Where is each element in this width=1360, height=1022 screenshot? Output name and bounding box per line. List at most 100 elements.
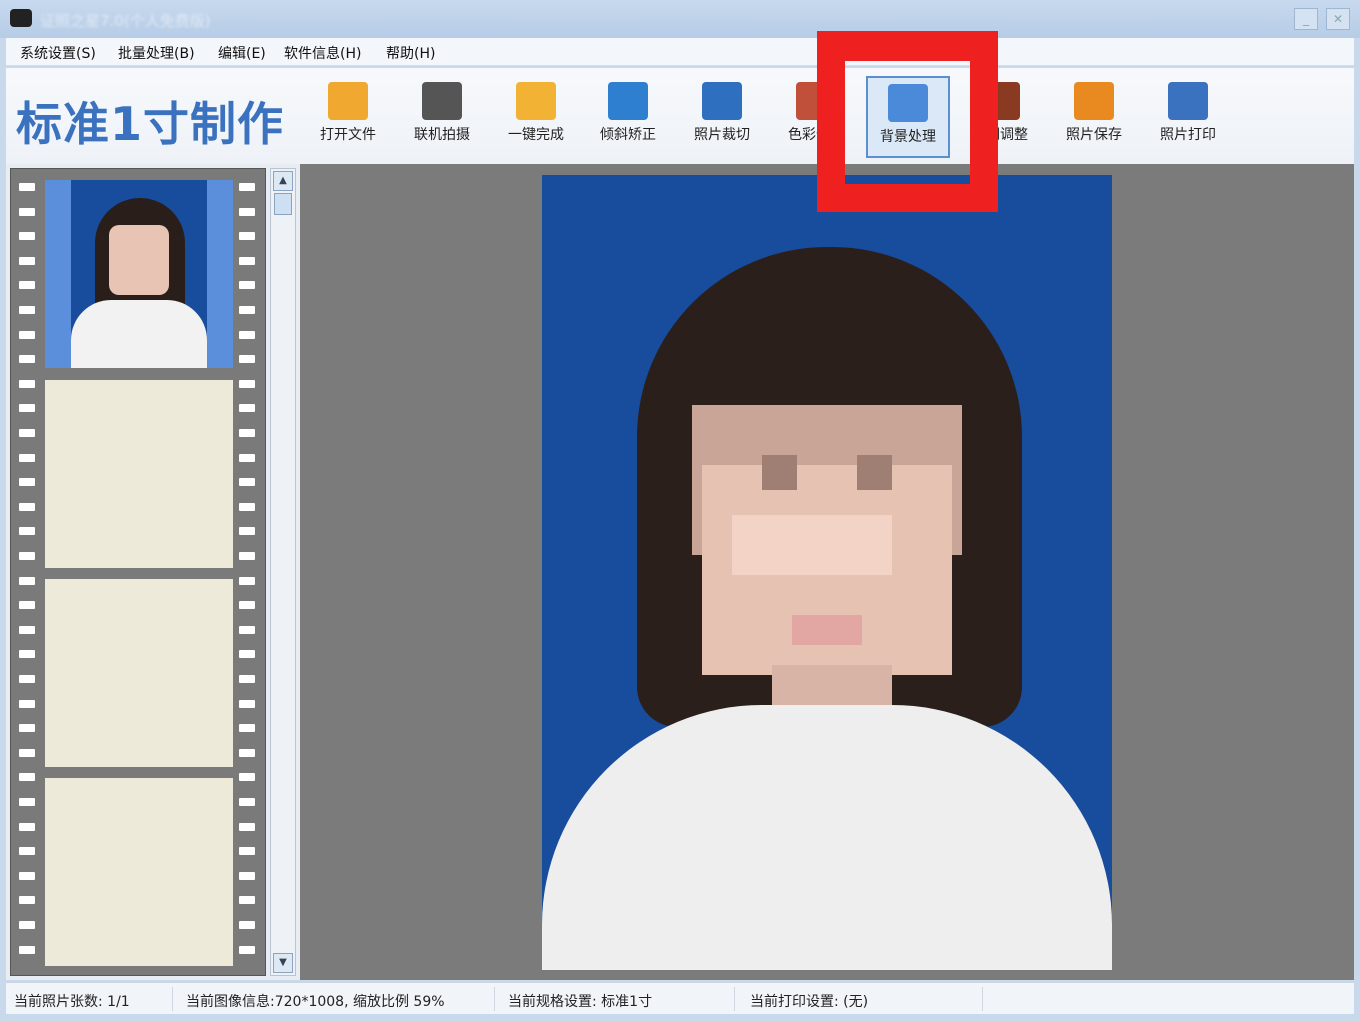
tool-crop-button[interactable]: 照片裁切 <box>680 76 764 158</box>
film-perforation <box>19 183 35 191</box>
film-perforation <box>239 700 255 708</box>
film-perforation <box>239 823 255 831</box>
tool-label: 照片打印 <box>1146 124 1230 144</box>
rotate-icon <box>608 82 648 120</box>
scroll-up-button[interactable]: ▲ <box>273 171 293 191</box>
film-perforation <box>239 183 255 191</box>
film-perforation <box>19 478 35 486</box>
film-perforation <box>239 454 255 462</box>
minimize-button[interactable]: _ <box>1294 8 1318 30</box>
tool-folder-button[interactable]: 打开文件 <box>306 76 390 158</box>
film-perforation <box>19 257 35 265</box>
film-perforation <box>239 946 255 954</box>
film-perforation <box>19 306 35 314</box>
film-perforation <box>19 232 35 240</box>
film-perforation <box>19 208 35 216</box>
status-print: 当前打印设置: (无) <box>750 991 868 1011</box>
film-perforation <box>19 724 35 732</box>
film-perforation <box>239 847 255 855</box>
film-perforation <box>239 921 255 929</box>
film-perforation <box>239 872 255 880</box>
film-perforation <box>239 380 255 388</box>
film-perforation <box>239 724 255 732</box>
film-perforation <box>239 675 255 683</box>
film-perforation <box>239 650 255 658</box>
film-perforation <box>19 527 35 535</box>
film-perforation <box>19 454 35 462</box>
preview-photo <box>542 175 1112 970</box>
film-perforation <box>19 281 35 289</box>
tool-save-button[interactable]: 照片保存 <box>1052 76 1136 158</box>
film-perforation <box>239 306 255 314</box>
tool-label: 打开文件 <box>306 124 390 144</box>
film-perforation <box>19 404 35 412</box>
film-perforation <box>19 946 35 954</box>
status-separator <box>982 987 983 1011</box>
close-button[interactable]: ✕ <box>1326 8 1350 30</box>
tool-hand-pointer-button[interactable]: 一键完成 <box>494 76 578 158</box>
scroll-down-button[interactable]: ▼ <box>273 953 293 973</box>
film-perforation <box>239 404 255 412</box>
film-perforation <box>239 503 255 511</box>
film-perforation <box>239 208 255 216</box>
title-bar: 证照之星7.0(个人免费版) _ ✕ <box>0 0 1360 38</box>
status-photo-count: 当前照片张数: 1/1 <box>14 991 130 1011</box>
menu-software-info[interactable]: 软件信息(H) <box>284 43 361 63</box>
crop-icon <box>702 82 742 120</box>
mode-title: 标准1寸制作 <box>16 88 284 154</box>
empty-frame[interactable] <box>45 579 233 767</box>
empty-frame[interactable] <box>45 778 233 966</box>
empty-frame[interactable] <box>45 380 233 568</box>
film-perforation <box>19 626 35 634</box>
film-perforation <box>239 896 255 904</box>
film-perforation <box>19 896 35 904</box>
status-bar: 当前照片张数: 1/1 当前图像信息:720*1008, 缩放比例 59% 当前… <box>6 982 1354 1014</box>
film-perforation <box>19 429 35 437</box>
film-perforation <box>239 798 255 806</box>
thumbnail-scrollbar[interactable]: ▲ ▼ <box>270 168 296 976</box>
tool-label: 一键完成 <box>494 124 578 144</box>
menu-help[interactable]: 帮助(H) <box>386 43 435 63</box>
tool-camera-button[interactable]: 联机拍摄 <box>400 76 484 158</box>
film-perforation <box>239 232 255 240</box>
film-perforation <box>19 921 35 929</box>
status-separator <box>172 987 173 1011</box>
highlight-box <box>817 31 998 212</box>
thumbnail-photo[interactable] <box>45 180 233 368</box>
film-perforation <box>239 331 255 339</box>
film-perforation <box>19 650 35 658</box>
film-perforation <box>239 601 255 609</box>
film-perforation <box>19 503 35 511</box>
status-separator <box>734 987 735 1011</box>
tool-rotate-button[interactable]: 倾斜矫正 <box>586 76 670 158</box>
film-perforation <box>19 331 35 339</box>
menu-system-settings[interactable]: 系统设置(S) <box>20 43 96 63</box>
scroll-thumb[interactable] <box>274 193 292 215</box>
menu-batch[interactable]: 批量处理(B) <box>118 43 195 63</box>
film-perforation <box>19 773 35 781</box>
film-perforation <box>19 577 35 585</box>
tool-printer-button[interactable]: 照片打印 <box>1146 76 1230 158</box>
window-title: 证照之星7.0(个人免费版) <box>40 10 211 31</box>
film-strip <box>10 168 266 976</box>
film-perforation <box>19 601 35 609</box>
tool-label: 联机拍摄 <box>400 124 484 144</box>
folder-icon <box>328 82 368 120</box>
printer-icon <box>1168 82 1208 120</box>
film-perforation <box>19 675 35 683</box>
menu-bar: 系统设置(S) 批量处理(B) 编辑(E) 软件信息(H) 帮助(H) <box>6 38 1354 66</box>
film-perforation <box>239 626 255 634</box>
camera-icon <box>422 82 462 120</box>
film-perforation <box>239 355 255 363</box>
film-perforation <box>19 872 35 880</box>
film-perforation <box>239 749 255 757</box>
film-perforation <box>239 478 255 486</box>
film-perforation <box>19 355 35 363</box>
tool-label: 照片保存 <box>1052 124 1136 144</box>
film-perforation <box>19 700 35 708</box>
film-perforation <box>19 798 35 806</box>
film-perforation <box>239 257 255 265</box>
menu-edit[interactable]: 编辑(E) <box>218 43 266 63</box>
tool-label: 照片裁切 <box>680 124 764 144</box>
app-camera-icon <box>10 9 32 27</box>
